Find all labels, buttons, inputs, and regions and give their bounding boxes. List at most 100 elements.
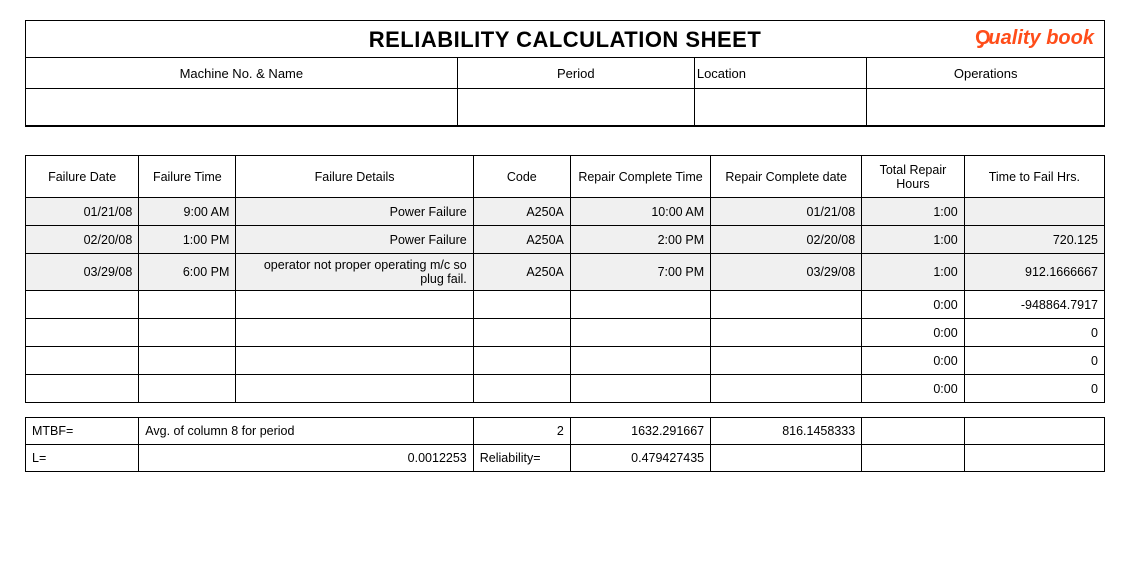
mtbf-avg: 816.1458333 <box>711 418 862 445</box>
cell-rtime[interactable]: 7:00 PM <box>570 254 710 291</box>
hdr-operations-value[interactable] <box>867 89 1104 126</box>
cell-details[interactable] <box>236 375 473 403</box>
cell-code[interactable] <box>473 319 570 347</box>
cell-ftime[interactable]: 9:00 AM <box>139 198 236 226</box>
hdr-machine-value[interactable] <box>26 89 457 126</box>
l-label: L= <box>26 445 139 472</box>
mtbf-sum: 1632.291667 <box>570 418 710 445</box>
cell-details[interactable]: Power Failure <box>236 226 473 254</box>
cell-ftime[interactable] <box>139 291 236 319</box>
cell-ttf[interactable]: 0 <box>964 347 1104 375</box>
mtbf-blank1 <box>862 418 965 445</box>
col-total-repair-hours: Total Repair Hours <box>862 156 965 198</box>
cell-trh[interactable]: 0:00 <box>862 291 965 319</box>
col-code: Code <box>473 156 570 198</box>
cell-ttf[interactable]: 0 <box>964 319 1104 347</box>
l-value: 0.0012253 <box>139 445 473 472</box>
cell-trh[interactable]: 0:00 <box>862 319 965 347</box>
mtbf-desc: Avg. of column 8 for period <box>139 418 473 445</box>
table-row: 0:000 <box>26 375 1105 403</box>
cell-details[interactable]: operator not proper operating m/c so plu… <box>236 254 473 291</box>
mtbf-blank2 <box>964 418 1104 445</box>
summary-row-mtbf: MTBF= Avg. of column 8 for period 2 1632… <box>26 418 1105 445</box>
hdr-period-value[interactable] <box>457 89 694 126</box>
table-row: 03/29/086:00 PMoperator not proper opera… <box>26 254 1105 291</box>
cell-details[interactable] <box>236 291 473 319</box>
cell-rdate[interactable] <box>711 347 862 375</box>
logo-q-icon: Q <box>975 27 991 50</box>
l-blank2 <box>862 445 965 472</box>
table-row: 02/20/081:00 PMPower FailureA250A2:00 PM… <box>26 226 1105 254</box>
col-failure-details: Failure Details <box>236 156 473 198</box>
cell-trh[interactable]: 1:00 <box>862 198 965 226</box>
col-time-to-fail: Time to Fail Hrs. <box>964 156 1104 198</box>
hdr-period-label: Period <box>457 58 694 89</box>
l-blank3 <box>964 445 1104 472</box>
logo-quality-book: Quality book <box>975 27 1094 50</box>
hdr-machine-label: Machine No. & Name <box>26 58 457 89</box>
summary-row-l: L= 0.0012253 Reliability= 0.479427435 <box>26 445 1105 472</box>
cell-ftime[interactable] <box>139 375 236 403</box>
cell-ftime[interactable] <box>139 319 236 347</box>
cell-trh[interactable]: 0:00 <box>862 347 965 375</box>
cell-code[interactable]: A250A <box>473 198 570 226</box>
cell-trh[interactable]: 1:00 <box>862 254 965 291</box>
cell-rtime[interactable] <box>570 347 710 375</box>
page-title: RELIABILITY CALCULATION SHEET <box>26 21 1104 57</box>
mtbf-label: MTBF= <box>26 418 139 445</box>
cell-fdate[interactable] <box>26 347 139 375</box>
cell-ttf[interactable]: 912.1666667 <box>964 254 1104 291</box>
l-blank1 <box>711 445 862 472</box>
title-bar: RELIABILITY CALCULATION SHEET Quality bo… <box>25 20 1105 127</box>
cell-rtime[interactable] <box>570 375 710 403</box>
summary-table: MTBF= Avg. of column 8 for period 2 1632… <box>25 417 1105 472</box>
data-table: Failure Date Failure Time Failure Detail… <box>25 155 1105 403</box>
cell-fdate[interactable]: 02/20/08 <box>26 226 139 254</box>
cell-rdate[interactable]: 01/21/08 <box>711 198 862 226</box>
cell-code[interactable]: A250A <box>473 226 570 254</box>
hdr-location-label: Location <box>694 58 866 89</box>
cell-code[interactable] <box>473 375 570 403</box>
table-row: 0:00-948864.7917 <box>26 291 1105 319</box>
cell-code[interactable] <box>473 347 570 375</box>
hdr-location-value[interactable] <box>694 89 866 126</box>
cell-rdate[interactable] <box>711 319 862 347</box>
col-failure-time: Failure Time <box>139 156 236 198</box>
cell-rdate[interactable]: 02/20/08 <box>711 226 862 254</box>
cell-details[interactable]: Power Failure <box>236 198 473 226</box>
cell-ftime[interactable]: 6:00 PM <box>139 254 236 291</box>
cell-ttf[interactable] <box>964 198 1104 226</box>
cell-rtime[interactable]: 2:00 PM <box>570 226 710 254</box>
cell-fdate[interactable]: 01/21/08 <box>26 198 139 226</box>
cell-trh[interactable]: 0:00 <box>862 375 965 403</box>
cell-ttf[interactable]: -948864.7917 <box>964 291 1104 319</box>
cell-ftime[interactable] <box>139 347 236 375</box>
col-repair-time: Repair Complete Time <box>570 156 710 198</box>
cell-details[interactable] <box>236 319 473 347</box>
cell-fdate[interactable] <box>26 291 139 319</box>
cell-trh[interactable]: 1:00 <box>862 226 965 254</box>
hdr-operations-label: Operations <box>867 58 1104 89</box>
reliability-label: Reliability= <box>473 445 570 472</box>
cell-code[interactable] <box>473 291 570 319</box>
table-row: 01/21/089:00 AMPower FailureA250A10:00 A… <box>26 198 1105 226</box>
cell-details[interactable] <box>236 347 473 375</box>
cell-rdate[interactable] <box>711 375 862 403</box>
reliability-value: 0.479427435 <box>570 445 710 472</box>
table-row: 0:000 <box>26 319 1105 347</box>
header-table: Machine No. & Name Period Location Opera… <box>26 57 1104 126</box>
mtbf-n: 2 <box>473 418 570 445</box>
col-repair-date: Repair Complete date <box>711 156 862 198</box>
cell-rdate[interactable] <box>711 291 862 319</box>
cell-fdate[interactable] <box>26 319 139 347</box>
cell-fdate[interactable] <box>26 375 139 403</box>
cell-ftime[interactable]: 1:00 PM <box>139 226 236 254</box>
cell-ttf[interactable]: 0 <box>964 375 1104 403</box>
cell-ttf[interactable]: 720.125 <box>964 226 1104 254</box>
cell-rtime[interactable]: 10:00 AM <box>570 198 710 226</box>
cell-fdate[interactable]: 03/29/08 <box>26 254 139 291</box>
cell-code[interactable]: A250A <box>473 254 570 291</box>
cell-rtime[interactable] <box>570 291 710 319</box>
cell-rdate[interactable]: 03/29/08 <box>711 254 862 291</box>
cell-rtime[interactable] <box>570 319 710 347</box>
